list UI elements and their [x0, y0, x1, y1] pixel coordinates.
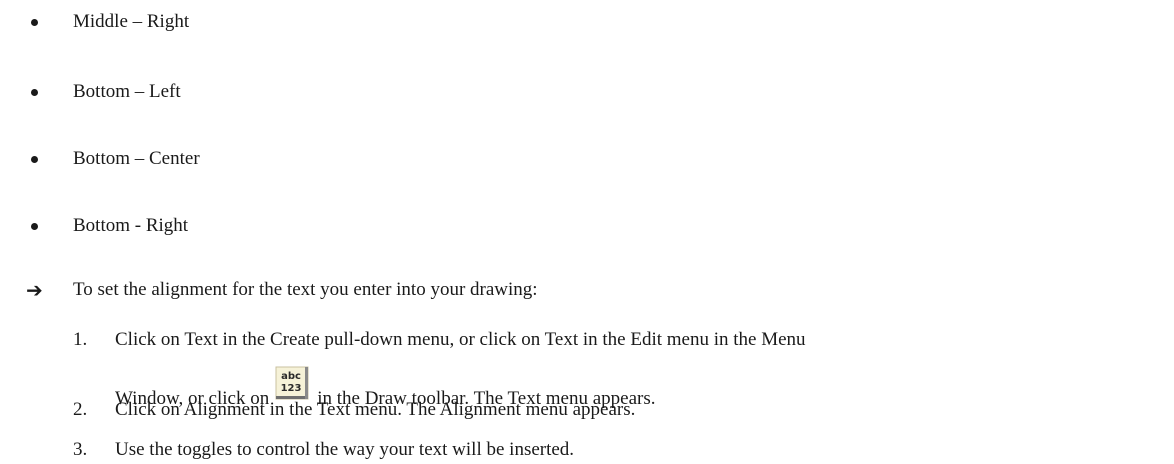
right-arrow-icon: ➔: [26, 278, 43, 302]
bullet-dot: [31, 19, 38, 26]
svg-text:abc: abc: [281, 371, 301, 382]
document-page: Middle – Right Bottom – Left Bottom – Ce…: [0, 0, 1174, 464]
bullet-dot: [31, 223, 38, 230]
bullet-item: Middle – Right: [73, 11, 190, 32]
svg-text:123: 123: [281, 383, 302, 394]
bullet-item: Bottom – Left: [73, 81, 181, 102]
bullet-item: Bottom – Center: [73, 148, 200, 169]
abc-123-text-tool-icon: abc 123: [275, 366, 309, 400]
bullet-item: Bottom - Right: [73, 215, 189, 236]
step-number: 1.: [73, 329, 88, 350]
step-text: Use the toggles to control the way your …: [115, 439, 575, 460]
step-number: 2.: [73, 399, 88, 420]
step-text: Click on Text in the Create pull-down me…: [115, 329, 806, 350]
step-text: Click on Alignment in the Text menu. The…: [115, 399, 636, 420]
step-number: 3.: [73, 439, 88, 460]
bullet-dot: [31, 156, 38, 163]
bullet-dot: [31, 89, 38, 96]
instruction-heading: To set the alignment for the text you en…: [73, 279, 538, 300]
